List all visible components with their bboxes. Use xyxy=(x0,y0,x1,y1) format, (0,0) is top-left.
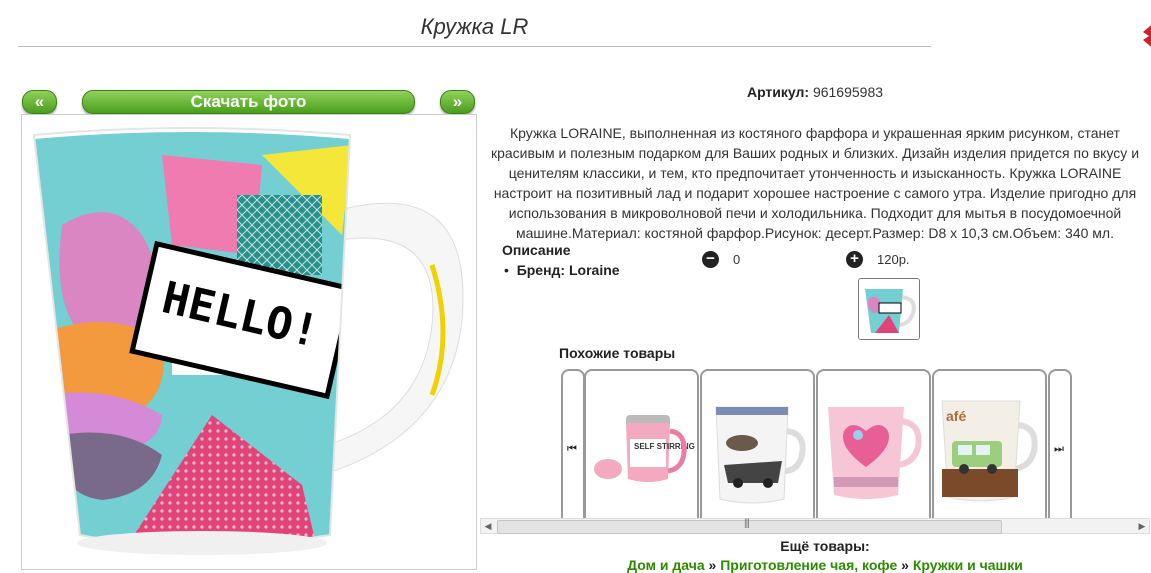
brand-label: Бренд: xyxy=(516,262,566,278)
mug-image: HELLO! xyxy=(22,115,476,569)
breadcrumb-separator: » xyxy=(708,557,717,573)
brand-item: • Бренд: Loraine xyxy=(504,262,620,278)
sku-value: 961695983 xyxy=(812,84,884,100)
breadcrumb-mugs-cups[interactable]: Кружки и чашки xyxy=(913,557,1023,573)
minus-circle-icon[interactable]: − xyxy=(702,251,719,268)
sku-label: Артикул: xyxy=(746,84,810,100)
similar-item-self-stirring-mug[interactable]: SELF STIRRING MUG xyxy=(584,369,699,523)
download-photo-button[interactable]: Скачать фото xyxy=(82,90,415,114)
carousel-next-button[interactable]: ⏭ xyxy=(1048,369,1072,523)
more-products-heading: Ещё товары: xyxy=(780,538,870,554)
breadcrumb-tea-coffee[interactable]: Приготовление чая, кофе xyxy=(720,557,897,573)
next-photo-button[interactable]: » xyxy=(440,90,475,114)
scroll-left-icon[interactable]: ◀ xyxy=(481,520,495,533)
page-title: Кружка LR xyxy=(420,14,529,39)
horizontal-scrollbar[interactable]: ◀ ||| ▶ xyxy=(480,518,1150,534)
mug-thumbnail-image xyxy=(859,279,919,339)
scroll-right-icon[interactable]: ▶ xyxy=(1135,520,1149,533)
corner-logo-icon xyxy=(1143,25,1151,47)
self-stirring-mug-label: SELF STIRRING MUG xyxy=(634,442,697,451)
plus-value: 120р. xyxy=(877,252,910,267)
product-thumbnail[interactable] xyxy=(858,278,920,340)
plus-control[interactable]: + 120р. xyxy=(846,251,910,268)
cafe-car-mug-image: afé xyxy=(941,400,1038,502)
grip-icon: ||| xyxy=(744,518,750,529)
title-divider xyxy=(18,46,931,47)
skip-back-icon: ⏮ xyxy=(567,443,577,455)
similar-item-car-pattern-mug[interactable] xyxy=(700,369,815,523)
skip-forward-icon: ⏭ xyxy=(1054,443,1064,455)
minus-value: 0 xyxy=(733,252,741,267)
prev-photo-button[interactable]: « xyxy=(22,90,57,114)
self-stirring-mug-image: SELF STIRRING MUG xyxy=(594,415,697,482)
carousel-prev-button[interactable]: ⏮ xyxy=(561,369,585,523)
product-sku: Артикул: 961695983 xyxy=(480,84,1150,100)
pink-heart-mug-image xyxy=(828,407,922,499)
svg-text:afé: afé xyxy=(946,408,966,424)
brand-value: Loraine xyxy=(568,262,620,278)
similar-heading: Похожие товары xyxy=(559,345,676,361)
product-photo[interactable]: HELLO! xyxy=(21,114,477,570)
similar-item-pink-heart-mug[interactable] xyxy=(816,369,931,523)
product-description: Кружка LORAINE, выполненная из костяного… xyxy=(490,125,1140,241)
specs-heading: Описание xyxy=(502,242,571,258)
category-breadcrumb: Дом и дача » Приготовление чая, кофе » К… xyxy=(480,557,1151,573)
plus-circle-icon[interactable]: + xyxy=(846,251,863,268)
similar-item-cafe-car-mug[interactable]: afé xyxy=(932,369,1047,523)
car-pattern-mug-image xyxy=(715,406,806,504)
breadcrumb-separator: » xyxy=(901,557,909,573)
breadcrumb-home-garden[interactable]: Дом и дача xyxy=(627,557,705,573)
scrollbar-thumb[interactable]: ||| xyxy=(497,518,1002,534)
minus-control[interactable]: − 0 xyxy=(702,251,740,268)
